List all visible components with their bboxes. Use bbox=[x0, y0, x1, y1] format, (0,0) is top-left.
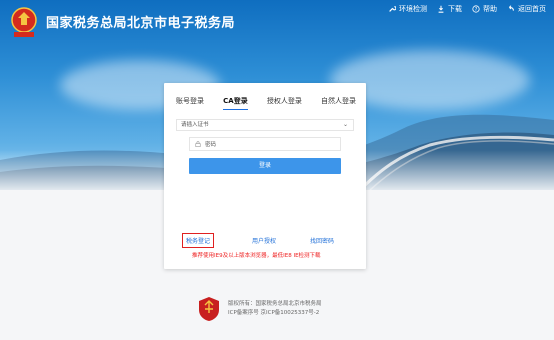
certificate-select[interactable]: 请插入证书 ⌄ bbox=[176, 119, 354, 131]
nav-help[interactable]: ? 帮助 bbox=[472, 4, 497, 14]
nav-label: 环境检测 bbox=[399, 5, 427, 13]
nav-label: 帮助 bbox=[483, 5, 497, 13]
top-nav: 环境检测 下载 ? 帮助 返回首页 bbox=[388, 4, 546, 14]
user-authorization-link[interactable]: 用户授权 bbox=[252, 236, 276, 245]
nav-env-check[interactable]: 环境检测 bbox=[388, 4, 427, 14]
nav-download[interactable]: 下载 bbox=[437, 4, 462, 14]
tab-account-login[interactable]: 账号登录 bbox=[176, 96, 204, 110]
chevron-down-icon: ⌄ bbox=[342, 121, 348, 128]
login-tabs: 账号登录 CA登录 授权人登录 自然人登录 bbox=[176, 96, 356, 110]
lock-icon bbox=[195, 141, 201, 147]
tab-ca-login[interactable]: CA登录 bbox=[223, 96, 248, 110]
login-button[interactable]: 登录 bbox=[189, 158, 341, 174]
certificate-select-value: 请插入证书 bbox=[181, 122, 209, 128]
tab-natural-person-login[interactable]: 自然人登录 bbox=[321, 96, 356, 110]
nav-back-home[interactable]: 返回首页 bbox=[507, 4, 546, 14]
tab-authorized-login[interactable]: 授权人登录 bbox=[267, 96, 302, 110]
password-field[interactable]: 密码 bbox=[189, 137, 341, 151]
retrieve-password-link[interactable]: 找回密码 bbox=[310, 236, 334, 245]
login-card: 账号登录 CA登录 授权人登录 自然人登录 请插入证书 ⌄ 密码 登录 税务登记… bbox=[164, 83, 366, 269]
site-title: 国家税务总局北京市电子税务局 bbox=[46, 16, 236, 31]
password-placeholder: 密码 bbox=[205, 142, 217, 148]
tax-registration-link[interactable]: 税务登记 bbox=[182, 233, 215, 248]
download-icon bbox=[438, 5, 444, 13]
wrench-icon bbox=[389, 6, 396, 12]
nav-label: 返回首页 bbox=[518, 5, 546, 13]
browser-notice: 推荐使用IE9及以上版本浏览器，最低IE8 IE检测下载 bbox=[192, 253, 321, 259]
footer-tax-emblem bbox=[199, 297, 219, 321]
footer-text: 版权所有：国家税务总局北京市税务局 ICP备案序号 京ICP备10025337号… bbox=[228, 300, 322, 318]
help-icon: ? bbox=[472, 5, 480, 13]
nav-label: 下载 bbox=[448, 5, 462, 13]
footer-copyright: 版权所有：国家税务总局北京市税务局 bbox=[228, 301, 322, 307]
tax-emblem-logo bbox=[11, 7, 37, 37]
back-home-icon bbox=[509, 5, 514, 11]
footer-icp: ICP备案序号 京ICP备10025337号-2 bbox=[228, 310, 320, 316]
